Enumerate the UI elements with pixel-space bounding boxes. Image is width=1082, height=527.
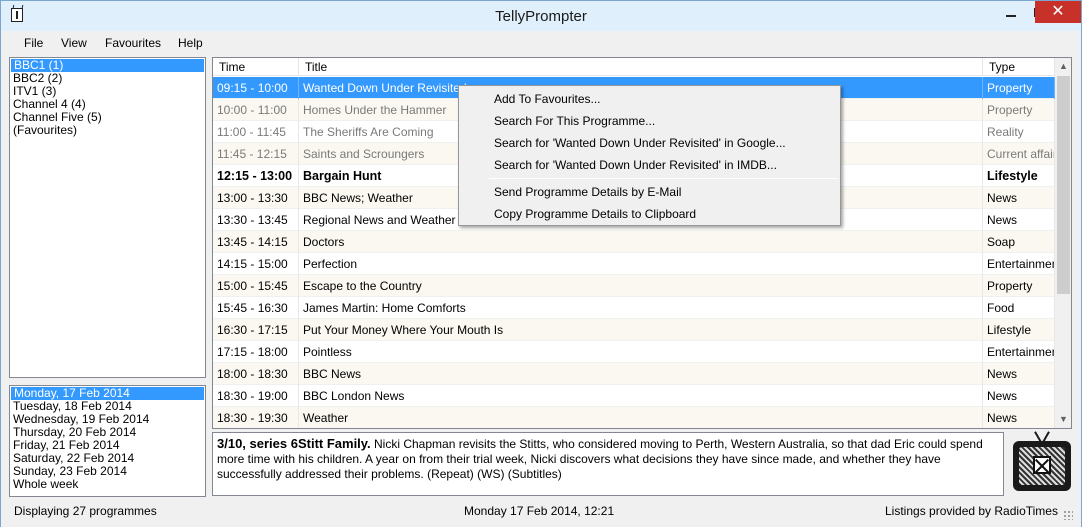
app-window: TellyPrompter ✕ File View Favourites Hel… [0, 0, 1082, 527]
cell-time: 13:00 - 13:30 [213, 187, 299, 209]
date-item[interactable]: Whole week [10, 478, 205, 491]
close-button[interactable]: ✕ [1035, 1, 1081, 23]
cell-type: News [983, 187, 1055, 209]
cell-time: 18:30 - 19:00 [213, 385, 299, 407]
cell-title: Pointless [299, 341, 983, 363]
cell-title: James Martin: Home Comforts [299, 297, 983, 319]
tv-logo-icon [1013, 441, 1071, 491]
table-row[interactable]: 14:15 - 15:00 Perfection Entertainment [213, 253, 1055, 275]
window-title: TellyPrompter [495, 8, 587, 25]
cell-type: Property [983, 275, 1055, 297]
channel-item[interactable]: (Favourites) [10, 124, 205, 137]
vertical-scrollbar[interactable]: ▲ ▼ [1055, 58, 1071, 428]
cell-time: 10:00 - 11:00 [213, 99, 299, 121]
context-menu-item[interactable]: Search For This Programme... [459, 110, 840, 132]
context-menu-item[interactable]: Search for 'Wanted Down Under Revisited'… [459, 154, 840, 176]
context-menu-item[interactable]: Add To Favourites... [459, 88, 840, 110]
table-row[interactable]: 18:00 - 18:30 BBC News News [213, 363, 1055, 385]
resize-grip-icon[interactable] [1063, 510, 1073, 520]
context-menu-item[interactable]: Search for 'Wanted Down Under Revisited'… [459, 132, 840, 154]
cell-type: Current affairs [983, 143, 1055, 165]
menu-view[interactable]: View [61, 36, 87, 50]
menu-bar: File View Favourites Help [1, 32, 1081, 54]
cell-title: Doctors [299, 231, 983, 253]
date-list[interactable]: Monday, 17 Feb 2014 Tuesday, 18 Feb 2014… [9, 385, 206, 497]
table-row[interactable]: 18:30 - 19:30 Weather News [213, 407, 1055, 428]
cell-type: Property [983, 99, 1055, 121]
close-icon: ✕ [1051, 3, 1065, 20]
cell-time: 18:00 - 18:30 [213, 363, 299, 385]
description-heading: 3/10, series 6Stitt Family. [217, 436, 371, 451]
context-menu-item[interactable]: Send Programme Details by E-Mail [459, 181, 840, 203]
scroll-thumb[interactable] [1057, 76, 1070, 294]
programme-description: 3/10, series 6Stitt Family. Nicki Chapma… [212, 432, 1004, 496]
tv-center-mark [1033, 456, 1051, 474]
cell-time: 17:15 - 18:00 [213, 341, 299, 363]
cell-type: Entertainment [983, 253, 1055, 275]
menu-help[interactable]: Help [178, 36, 203, 50]
status-programme-count: Displaying 27 programmes [14, 504, 157, 518]
scroll-down-icon[interactable]: ▼ [1055, 411, 1071, 428]
cell-time: 15:00 - 15:45 [213, 275, 299, 297]
cell-title: BBC News [299, 363, 983, 385]
cell-type: Lifestyle [983, 319, 1055, 341]
cell-time: 13:30 - 13:45 [213, 209, 299, 231]
table-row[interactable]: 15:00 - 15:45 Escape to the Country Proper… [213, 275, 1055, 297]
cell-type: Property [983, 77, 1055, 99]
cell-time: 12:15 - 13:00 [213, 165, 299, 187]
tv-screen [1019, 447, 1065, 485]
tv-antenna-icon [1034, 431, 1050, 441]
cell-time: 18:30 - 19:30 [213, 407, 299, 428]
context-menu: Add To Favourites... Search For This Prog… [458, 85, 841, 226]
column-header-type[interactable]: Type [983, 58, 1055, 76]
scroll-up-icon[interactable]: ▲ [1055, 58, 1071, 75]
cell-type: News [983, 363, 1055, 385]
cell-title: Escape to the Country [299, 275, 983, 297]
cell-title: BBC London News [299, 385, 983, 407]
cell-type: Entertainment [983, 341, 1055, 363]
status-credit: Listings provided by RadioTimes [885, 504, 1058, 518]
title-bar[interactable]: TellyPrompter ✕ [1, 1, 1081, 31]
table-row[interactable]: 15:45 - 16:30 James Martin: Home Comforts… [213, 297, 1055, 319]
cell-type: News [983, 385, 1055, 407]
menu-favourites[interactable]: Favourites [105, 36, 161, 50]
cell-time: 11:45 - 12:15 [213, 143, 299, 165]
table-row[interactable]: 16:30 - 17:15 Put Your Money Where Your M… [213, 319, 1055, 341]
table-header: Time Title Type [213, 58, 1055, 76]
cell-title: Perfection [299, 253, 983, 275]
column-header-time[interactable]: Time [213, 58, 299, 76]
cell-time: 14:15 - 15:00 [213, 253, 299, 275]
minimize-icon [1006, 14, 1016, 17]
cell-type: Soap [983, 231, 1055, 253]
cell-time: 15:45 - 16:30 [213, 297, 299, 319]
column-header-title[interactable]: Title [299, 58, 983, 76]
cell-type: Lifestyle [983, 165, 1055, 187]
channel-list[interactable]: BBC1 (1) BBC2 (2) ITV1 (3) Channel 4 (4)… [9, 57, 206, 378]
cell-type: Food [983, 297, 1055, 319]
cell-time: 16:30 - 17:15 [213, 319, 299, 341]
table-row[interactable]: 13:45 - 14:15 Doctors Soap [213, 231, 1055, 253]
cell-time: 11:00 - 11:45 [213, 121, 299, 143]
minimize-button[interactable] [997, 1, 1025, 23]
context-menu-item[interactable]: Copy Programme Details to Clipboard [459, 203, 840, 225]
cell-type: Reality [983, 121, 1055, 143]
cell-type: News [983, 407, 1055, 428]
table-row[interactable]: 18:30 - 19:00 BBC London News News [213, 385, 1055, 407]
table-row[interactable]: 17:15 - 18:00 Pointless Entertainment [213, 341, 1055, 363]
menu-separator [489, 178, 838, 179]
status-datetime: Monday 17 Feb 2014, 12:21 [464, 504, 615, 518]
cell-type: News [983, 209, 1055, 231]
status-bar: Displaying 27 programmes Monday 17 Feb 2… [1, 499, 1081, 527]
menu-file[interactable]: File [24, 36, 43, 50]
cell-time: 13:45 - 14:15 [213, 231, 299, 253]
cell-title: Weather [299, 407, 983, 428]
cell-title: Put Your Money Where Your Mouth Is [299, 319, 983, 341]
cell-time: 09:15 - 10:00 [213, 77, 299, 99]
